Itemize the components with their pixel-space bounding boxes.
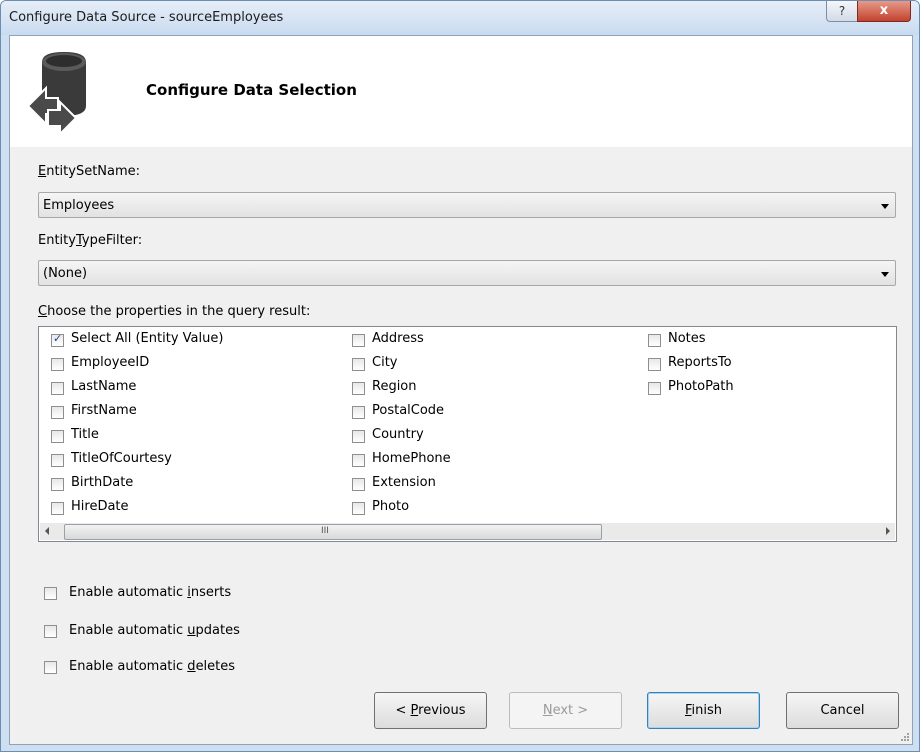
button-accelerator: P [410,703,419,718]
previous-button[interactable]: < Previous [374,692,487,729]
page-title: Configure Data Selection [146,81,357,99]
label-part: nserts [190,585,232,600]
enable-deletes-label: Enable automatic deletes [69,659,235,674]
label-accelerator: C [38,304,48,319]
checkbox[interactable] [51,454,64,467]
scroll-right-icon[interactable] [886,527,890,535]
checkbox[interactable] [648,334,661,347]
label-part: ntitySetName: [46,164,141,179]
title-bar[interactable]: Configure Data Source - sourceEmployees … [1,1,919,35]
list-item-label: PostalCode [372,403,445,418]
checkbox[interactable] [51,332,64,347]
button-label-part: < [395,703,411,718]
dialog-body: Configure Data Selection EntitySetName: … [9,35,913,745]
label-part: Enable automatic [69,623,188,638]
enable-updates-label: Enable automatic updates [69,623,240,638]
wizard-header: Configure Data Selection [10,36,912,146]
checkbox[interactable] [352,430,365,443]
checkbox[interactable] [648,358,661,371]
button-accelerator: N [542,703,553,718]
window-title: Configure Data Source - sourceEmployees [9,10,284,25]
checkbox[interactable] [51,502,64,515]
label-part: hoose the properties in the query result… [47,304,311,319]
list-item-label: PhotoPath [668,379,734,394]
list-item-label: Title [71,427,99,442]
enable-inserts-checkbox[interactable] [44,587,57,600]
checkbox[interactable] [51,382,64,395]
data-source-icon [26,52,86,137]
checkbox[interactable] [352,406,365,419]
list-item-label: LastName [71,379,137,394]
label-part: ypeFilter: [81,233,143,248]
checkbox[interactable] [51,406,64,419]
list-item-label: HomePhone [372,451,451,466]
list-item-label: Notes [668,331,706,346]
button-label-part: inish [691,703,723,718]
label-part: Entity [38,233,76,248]
checkbox[interactable] [352,502,365,515]
list-item-label: FirstName [71,403,137,418]
entity-set-label: EntitySetName: [38,164,140,179]
wizard-content: EntitySetName: Employees EntityTypeFilte… [10,147,912,744]
list-item-label: TitleOfCourtesy [71,451,172,466]
label-part: pdates [195,623,240,638]
entity-type-select[interactable]: (None) [38,260,896,286]
label-part: Enable automatic [69,659,188,674]
list-item-label: BirthDate [71,475,134,490]
checkbox[interactable] [51,358,64,371]
list-item-label: HireDate [71,499,129,514]
entity-set-select[interactable]: Employees [38,192,896,218]
checkbox[interactable] [51,430,64,443]
checkbox[interactable] [352,334,365,347]
checkbox[interactable] [352,478,365,491]
enable-deletes-checkbox[interactable] [44,661,57,674]
checkbox[interactable] [51,478,64,491]
label-part: Enable automatic [69,585,188,600]
list-item-label: Select All (Entity Value) [71,331,224,346]
list-item-label: EmployeeID [71,355,150,370]
enable-inserts-label: Enable automatic inserts [69,585,231,600]
entity-set-value: Employees [43,198,115,213]
list-item-label: Photo [372,499,410,514]
scrollbar-thumb[interactable]: III [64,524,602,540]
label-accelerator: E [38,164,47,179]
list-item-label: Region [372,379,417,394]
properties-label: Choose the properties in the query resul… [38,304,310,319]
entity-type-label: EntityTypeFilter: [38,233,142,248]
properties-list[interactable]: Select All (Entity Value) EmployeeID Las… [38,326,897,542]
list-item-label: Country [372,427,424,442]
button-label-part: revious [418,703,466,718]
finish-button[interactable]: Finish [647,692,760,729]
close-button[interactable]: x [857,1,911,22]
checkbox[interactable] [352,358,365,371]
label-accelerator: u [187,623,196,638]
scroll-grip-icon: III [321,526,329,536]
list-item-label: ReportsTo [668,355,732,370]
label-accelerator: d [187,659,196,674]
label-part: eletes [195,659,236,674]
chevron-down-icon [881,272,889,277]
help-button[interactable]: ? [826,1,858,22]
list-item-label: Extension [372,475,436,490]
checkbox[interactable] [352,454,365,467]
resize-grip-icon[interactable] [900,732,910,742]
cancel-button[interactable]: Cancel [786,692,899,729]
enable-updates-checkbox[interactable] [44,625,57,638]
next-button[interactable]: Next > [509,692,622,729]
chevron-down-icon [881,204,889,209]
dialog-window: Configure Data Source - sourceEmployees … [0,0,920,752]
list-item-label: Address [372,331,424,346]
entity-type-value: (None) [43,266,88,281]
checkbox[interactable] [352,382,365,395]
button-label-part: ext > [552,703,589,718]
list-item-label: City [372,355,398,370]
button-label-part: Cancel [820,703,865,718]
scroll-left-icon[interactable] [45,527,49,535]
checkbox[interactable] [648,382,661,395]
horizontal-scrollbar[interactable]: III [40,523,895,540]
